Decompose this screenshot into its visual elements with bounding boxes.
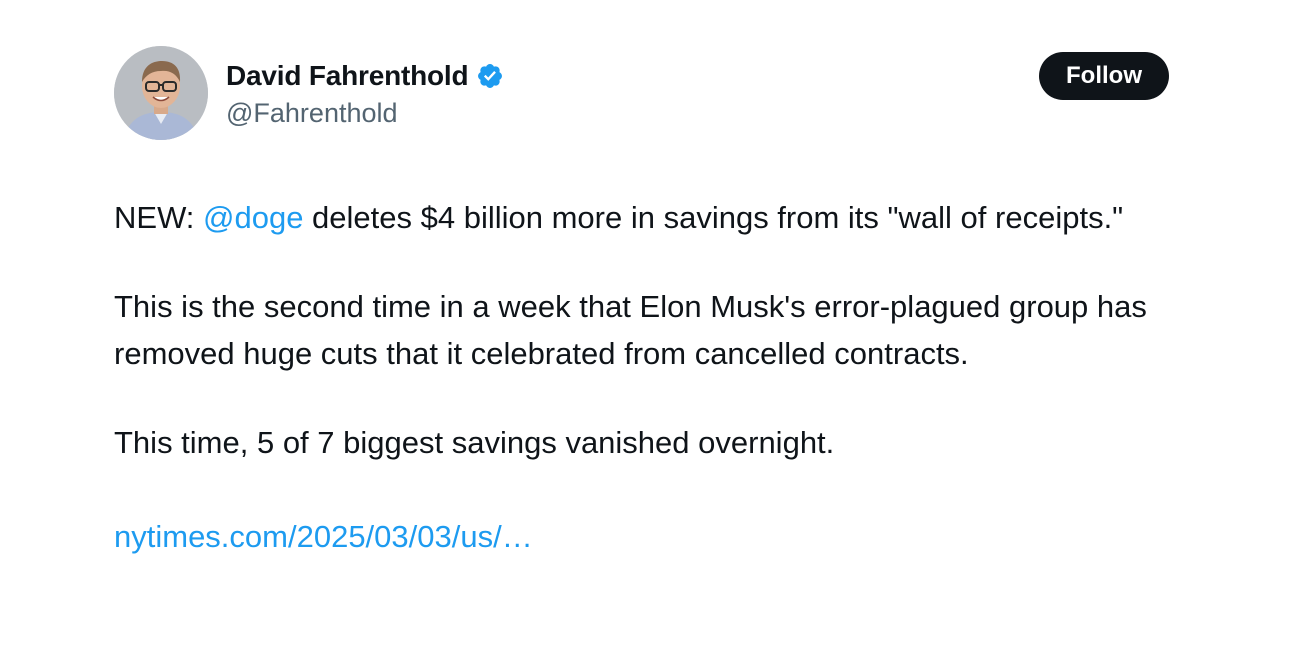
tweet-text-rest: deletes $4 billion more in savings from …: [303, 200, 1124, 235]
author-handle[interactable]: @Fahrenthold: [226, 96, 504, 130]
tweet-text-prefix: NEW:: [114, 200, 203, 235]
verified-badge-icon: [476, 62, 504, 90]
follow-button[interactable]: Follow: [1039, 52, 1169, 100]
author-display-name[interactable]: David Fahrenthold: [226, 60, 469, 92]
avatar-image: [114, 46, 208, 140]
tweet-paragraph-2: This is the second time in a week that E…: [114, 289, 1147, 371]
tweet-paragraph-1: NEW: @doge deletes $4 billion more in sa…: [114, 194, 1214, 241]
article-link[interactable]: nytimes.com/2025/03/03/us/…: [114, 519, 533, 554]
tweet-text: NEW: @doge deletes $4 billion more in sa…: [114, 194, 1214, 560]
mention-link[interactable]: @doge: [203, 200, 303, 235]
name-row: David Fahrenthold: [226, 56, 504, 96]
tweet-card: David Fahrenthold @Fahrenthold Follow NE…: [0, 0, 1303, 647]
author-info: David Fahrenthold @Fahrenthold: [226, 56, 504, 130]
avatar[interactable]: [114, 46, 208, 140]
tweet-paragraph-3: This time, 5 of 7 biggest savings vanish…: [114, 425, 835, 460]
